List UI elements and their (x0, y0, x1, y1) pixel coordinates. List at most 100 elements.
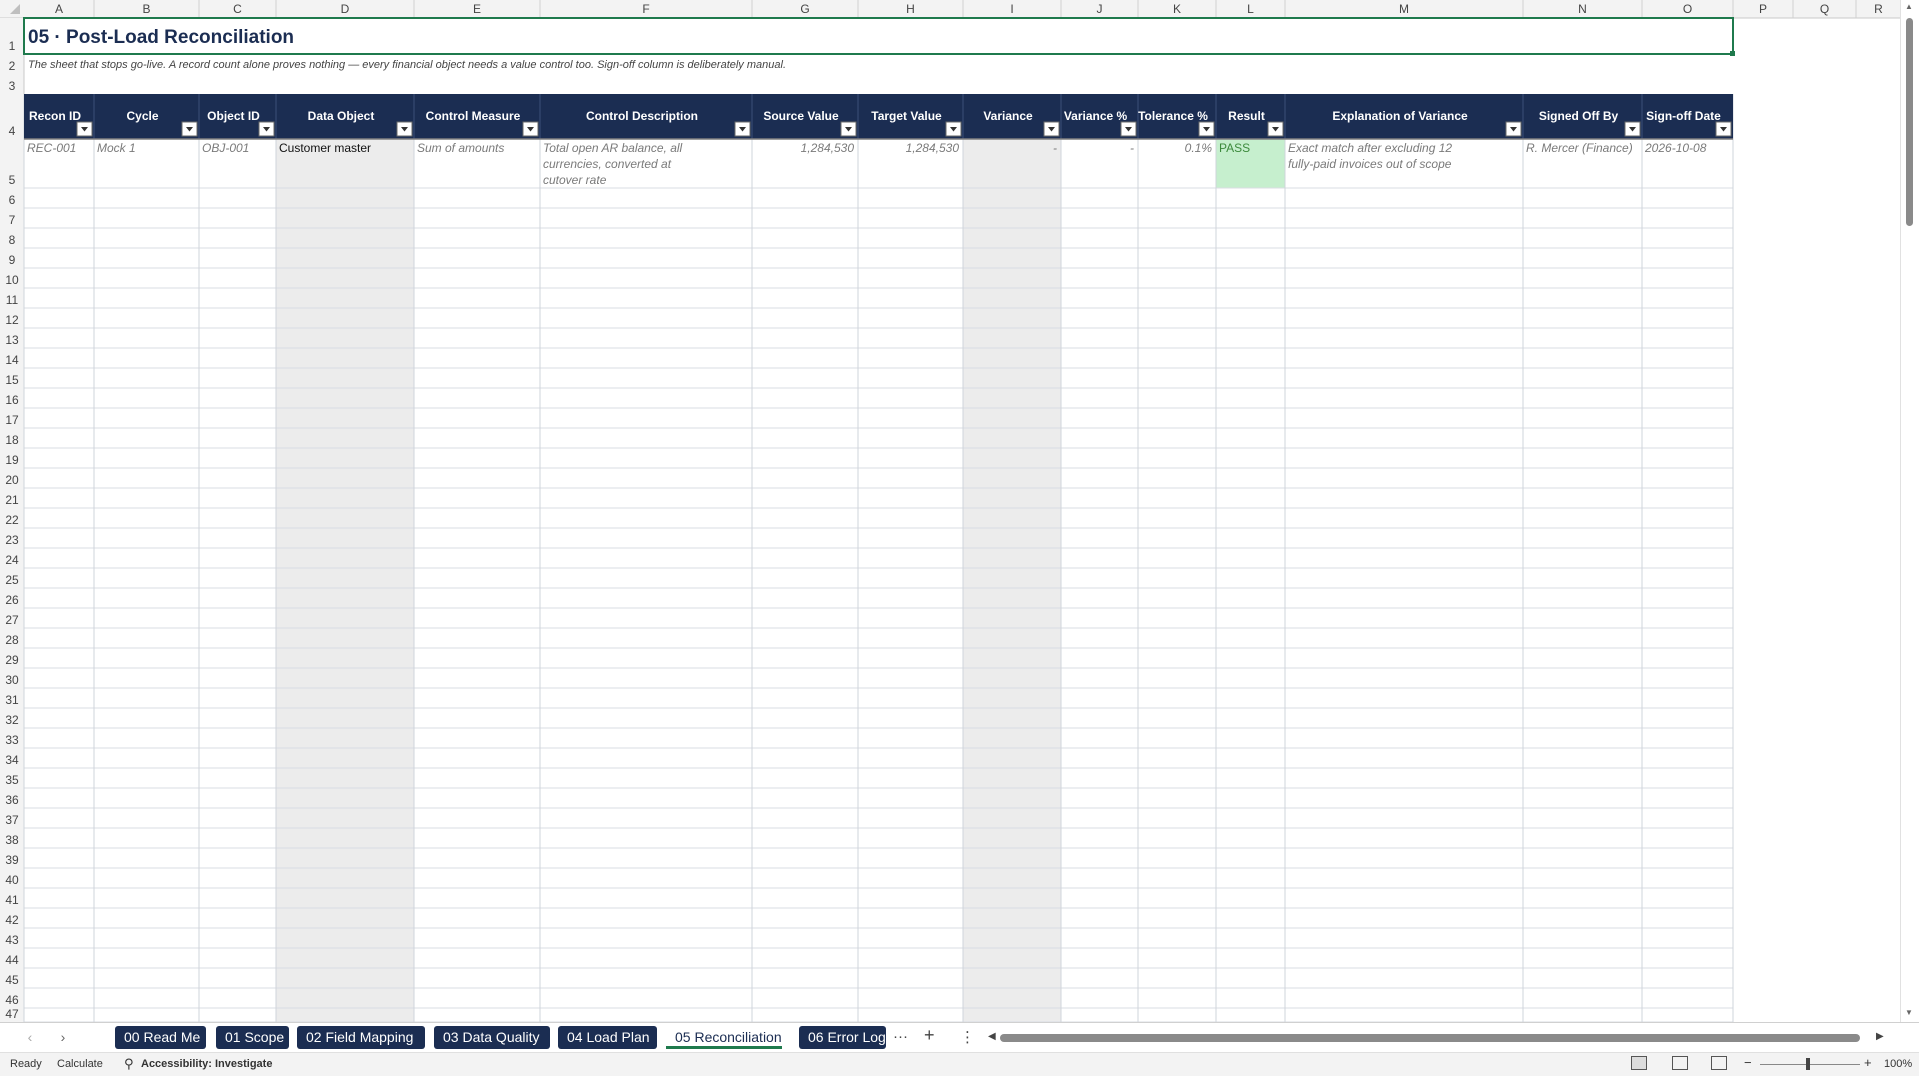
column-header-i: I (1010, 2, 1013, 16)
cell-variance-[interactable]: - (1130, 141, 1134, 155)
row-header: 11 (6, 293, 19, 307)
sheet-tab-04-load-plan[interactable]: 04 Load Plan (558, 1026, 657, 1049)
column-header-control-description: Control Description (586, 109, 698, 123)
column-header-g: G (800, 2, 809, 16)
row-header: 38 (5, 833, 19, 847)
next-sheet-icon[interactable]: › (55, 1029, 71, 1045)
column-header-o: O (1683, 2, 1692, 16)
filter-dropdown-icon[interactable] (1043, 121, 1060, 137)
row-header: 34 (5, 753, 19, 767)
vertical-scroll-thumb[interactable] (1906, 18, 1913, 226)
row-header: 23 (5, 533, 19, 547)
filter-dropdown-icon[interactable] (1198, 121, 1215, 137)
column-header-q: Q (1820, 2, 1829, 16)
zoom-slider[interactable] (1760, 1064, 1860, 1065)
sheet-title: 05 · Post-Load Reconciliation (28, 27, 294, 48)
column-header-target-value: Target Value (871, 109, 942, 123)
column-header-recon-id: Recon ID (29, 109, 81, 123)
filter-dropdown-icon[interactable] (522, 121, 539, 137)
zoom-slider-thumb[interactable] (1806, 1058, 1810, 1070)
column-header-p: P (1759, 2, 1767, 16)
page-break-view-icon[interactable] (1711, 1056, 1727, 1070)
sheet-tab-06-error-log[interactable]: 06 Error Log (799, 1026, 886, 1049)
column-header-signed-off-by: Signed Off By (1539, 109, 1619, 123)
prev-sheet-icon[interactable]: ‹ (22, 1029, 38, 1045)
row-header: 24 (5, 553, 19, 567)
zoom-level[interactable]: 100% (1884, 1058, 1912, 1070)
sheet-tab-03-data-quality[interactable]: 03 Data Quality (434, 1026, 550, 1049)
filter-dropdown-icon[interactable] (734, 121, 751, 137)
more-sheets-icon[interactable]: ··· (893, 1028, 908, 1045)
column-header-data-object: Data Object (308, 109, 375, 123)
column-header-h: H (906, 2, 915, 16)
row-header: 28 (5, 633, 19, 647)
row-header: 30 (5, 673, 19, 687)
cell-signed-off-by[interactable]: R. Mercer (Finance) (1526, 141, 1633, 155)
row-header: 22 (5, 513, 19, 527)
cell-control-description[interactable]: Total open AR balance, all currencies, co… (543, 141, 683, 187)
sheet-tab-bar: ‹ › 00 Read Me 01 Scope 02 Field Mapping 03… (0, 1022, 1919, 1053)
row-header: 47 (5, 1007, 19, 1021)
row-header: 17 (5, 413, 19, 427)
filter-dropdown-icon[interactable] (181, 121, 198, 137)
add-sheet-icon[interactable]: + (924, 1025, 935, 1046)
column-header-d: D (341, 2, 350, 16)
row-header: 19 (5, 453, 19, 467)
row-header: 46 (5, 993, 19, 1007)
page-layout-view-icon[interactable] (1672, 1056, 1688, 1070)
filter-dropdown-icon[interactable] (258, 121, 275, 137)
spreadsheet-grid[interactable]: A B C D E F G H I J K L M N O P Q R 1 2 3 4 5 6 7 8 9 10 11 12 13 14 15 1… (0, 0, 1919, 1022)
cell-source-value[interactable]: 1,284,530 (801, 141, 855, 155)
row-header: 3 (9, 79, 16, 93)
filter-dropdown-icon[interactable] (1715, 121, 1732, 137)
filter-dropdown-icon[interactable] (1505, 121, 1522, 137)
filter-dropdown-icon[interactable] (945, 121, 962, 137)
scroll-up-icon[interactable]: ▲ (1905, 2, 1913, 12)
scroll-down-icon[interactable]: ▼ (1905, 1008, 1913, 1018)
cell-cycle[interactable]: Mock 1 (97, 141, 136, 155)
sheet-tab-00-read-me[interactable]: 00 Read Me (115, 1026, 206, 1049)
normal-view-icon[interactable] (1631, 1056, 1647, 1070)
grid-canvas: A B C D E F G H I J K L M N O P Q R1234567891011121314151… (0, 0, 1902, 1022)
filter-dropdown-icon[interactable] (76, 121, 93, 137)
filter-dropdown-icon[interactable] (1120, 121, 1137, 137)
cell-tolerance-[interactable]: 0.1% (1185, 141, 1213, 155)
cell-recon-id[interactable]: REC-001 (27, 141, 76, 155)
scroll-left-icon[interactable]: ◀ (988, 1031, 996, 1042)
row-header: 4 (9, 124, 16, 138)
sheet-options-icon[interactable]: ⋮ (960, 1028, 975, 1046)
calculate-button[interactable]: Calculate (57, 1058, 103, 1070)
vertical-scrollbar[interactable]: ▲ ▼ (1900, 0, 1919, 1022)
sheet-tab-01-scope[interactable]: 01 Scope (216, 1026, 289, 1049)
scroll-right-icon[interactable]: ▶ (1876, 1031, 1884, 1042)
cell-explanation-of-variance[interactable]: Exact match after excluding 12 fully-paid… (1288, 141, 1452, 171)
filter-dropdown-icon[interactable] (1267, 121, 1284, 137)
row-header: 42 (5, 913, 19, 927)
filter-dropdown-icon[interactable] (396, 121, 413, 137)
sheet-tab-02-field-mapping[interactable]: 02 Field Mapping (297, 1026, 425, 1049)
cell-control-measure[interactable]: Sum of amounts (417, 141, 504, 155)
sheet-tab-05-reconciliation[interactable]: 05 Reconciliation (666, 1026, 782, 1049)
cell-target-value[interactable]: 1,284,530 (906, 141, 960, 155)
horizontal-scrollbar[interactable]: ◀ ▶ (988, 1031, 1888, 1045)
column-header-b: B (142, 2, 150, 16)
cell-variance[interactable]: - (1053, 141, 1057, 155)
row-header: 32 (5, 713, 19, 727)
column-header-f: F (642, 2, 649, 16)
filter-dropdown-icon[interactable] (1624, 121, 1641, 137)
horizontal-scroll-thumb[interactable] (1000, 1034, 1860, 1042)
filter-dropdown-icon[interactable] (840, 121, 857, 137)
zoom-in-button[interactable]: + (1864, 1055, 1872, 1070)
zoom-out-button[interactable]: − (1744, 1055, 1752, 1070)
column-header-k: K (1173, 2, 1181, 16)
row-header: 25 (5, 573, 19, 587)
cell-data-object[interactable]: Customer master (279, 141, 371, 155)
accessibility-status[interactable]: Accessibility: Investigate (141, 1058, 272, 1070)
fill-handle[interactable] (1730, 51, 1735, 56)
accessibility-icon[interactable]: ⚲ (124, 1056, 134, 1072)
row-header: 5 (9, 173, 16, 187)
cell-result[interactable]: PASS (1219, 141, 1250, 155)
cell-object-id[interactable]: OBJ-001 (202, 141, 249, 155)
column-header-result: Result (1228, 109, 1265, 123)
cell-sign-off-date[interactable]: 2026-10-08 (1644, 141, 1707, 155)
